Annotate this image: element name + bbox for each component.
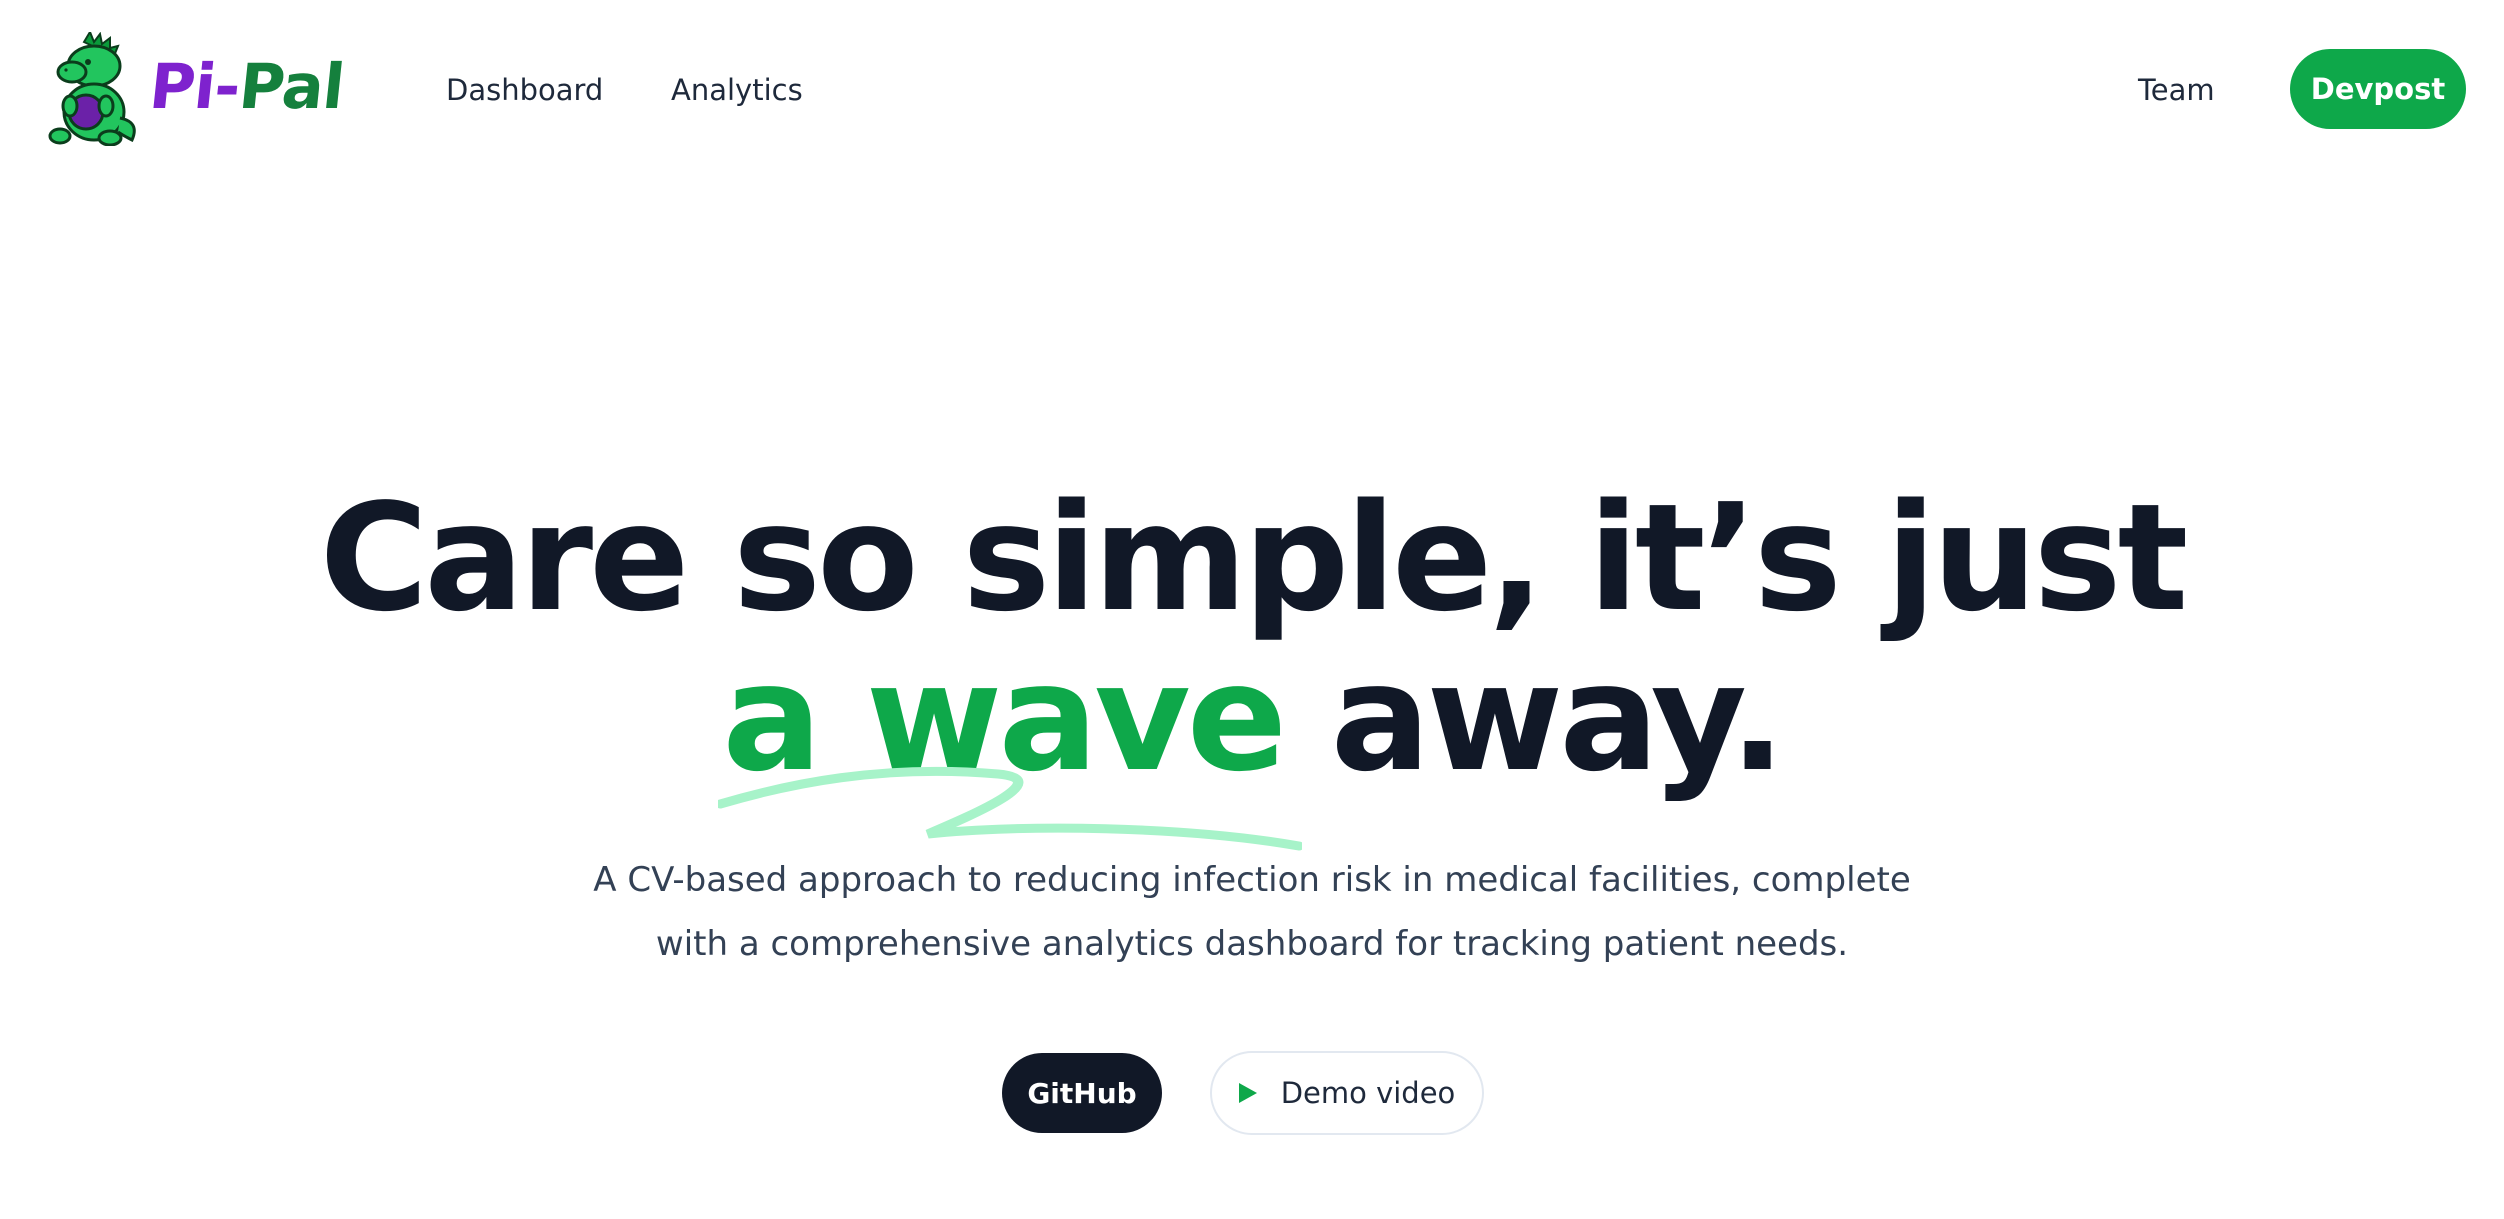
nav-analytics-link[interactable]: Analytics	[671, 70, 803, 110]
demo-video-label: Demo video	[1280, 1076, 1456, 1110]
nav-team-link[interactable]: Team	[2138, 70, 2215, 110]
dinosaur-mascot-icon	[48, 32, 136, 146]
play-icon	[1238, 1083, 1257, 1103]
logo-text-pal: Pal	[235, 50, 348, 123]
github-button[interactable]: GitHub	[1002, 1053, 1162, 1133]
hero-title-line-2: a wave away.	[0, 638, 2504, 851]
logo-wordmark: Pi-Pal	[146, 50, 347, 123]
hero-title-line-2-rest: away.	[1283, 632, 1786, 804]
nav-dashboard-link[interactable]: Dashboard	[446, 70, 603, 110]
landing-page: Pi-Pal Dashboard Analytics Team Devpost …	[0, 0, 2504, 1219]
hero-subtitle-line-2: with a comprehensive analytics dashboard…	[655, 924, 1849, 964]
demo-video-button[interactable]: Demo video	[1210, 1051, 1484, 1135]
devpost-button[interactable]: Devpost	[2290, 49, 2466, 129]
hero-title: Care so simple, it’s just a wave away.	[0, 472, 2504, 851]
hero-cta-row: GitHub Demo video	[0, 1051, 2504, 1135]
site-header: Pi-Pal Dashboard Analytics Team Devpost	[0, 0, 2504, 180]
logo-text-pi: Pi	[146, 50, 219, 123]
logo-link[interactable]: Pi-Pal	[44, 32, 347, 146]
hero-title-line-1: Care so simple, it’s just	[319, 472, 2189, 644]
hero-title-highlight-text: a wave	[722, 632, 1287, 804]
hero-subtitle: A CV-based approach to reducing infectio…	[0, 848, 2504, 976]
hero-subtitle-line-1: A CV-based approach to reducing infectio…	[593, 860, 1911, 900]
hero-title-highlight: a wave	[718, 638, 1302, 851]
